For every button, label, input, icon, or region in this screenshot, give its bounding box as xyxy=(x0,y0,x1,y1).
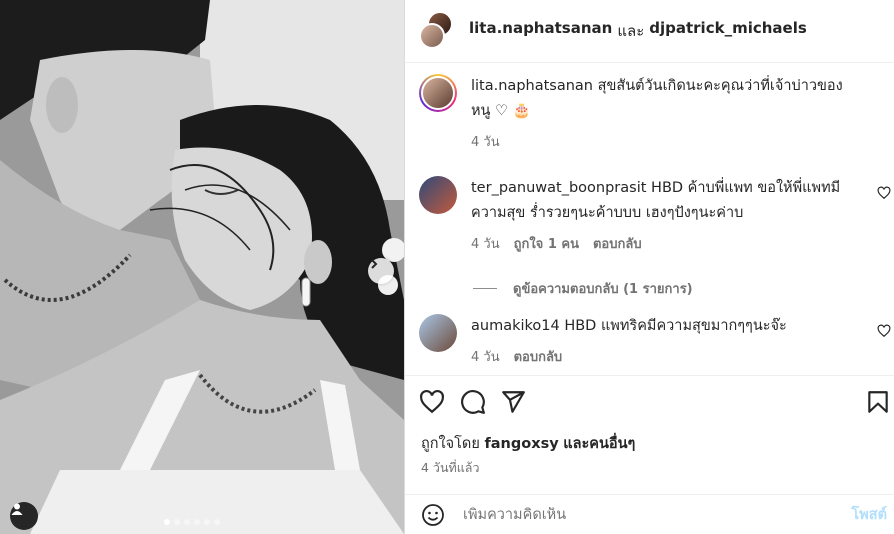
person-icon xyxy=(11,503,23,515)
likes-suffix[interactable]: และคนอื่นๆ xyxy=(563,436,635,452)
heart-icon[interactable] xyxy=(419,389,445,415)
post-photo[interactable] xyxy=(0,0,404,534)
reply-button[interactable]: ตอบกลับ xyxy=(593,232,642,257)
comment-time[interactable]: 4 วัน xyxy=(471,345,500,370)
avatar[interactable] xyxy=(419,176,457,214)
carousel-dot xyxy=(194,519,200,525)
comment-likes[interactable]: ถูกใจ 1 คน xyxy=(514,232,579,257)
comment-meta: 4 วัน xyxy=(471,130,851,155)
post-comment-button[interactable]: โพสต์ xyxy=(851,503,887,526)
carousel-indicator xyxy=(164,519,220,525)
comment-time[interactable]: 4 วัน xyxy=(471,232,500,257)
comment-username[interactable]: lita.naphatsanan xyxy=(471,78,593,94)
post-authors: lita.naphatsanan และ djpatrick_michaels xyxy=(469,19,807,43)
comment: ter_panuwat_boonprasit HBD ค้าบพี่แพท ขอ… xyxy=(419,176,891,257)
emoji-icon[interactable] xyxy=(421,503,445,527)
author-username[interactable]: djpatrick_michaels xyxy=(649,19,807,43)
liked-by-user[interactable]: fangoxsy xyxy=(484,436,558,452)
chevron-right-icon xyxy=(371,259,378,269)
carousel-dot xyxy=(184,519,190,525)
divider xyxy=(473,288,497,289)
avatar[interactable] xyxy=(419,74,457,112)
carousel-dot xyxy=(164,519,170,525)
comment-input[interactable] xyxy=(463,506,852,523)
author-username[interactable]: lita.naphatsanan xyxy=(469,19,612,43)
comment-icon[interactable] xyxy=(460,389,486,415)
avatar xyxy=(419,23,445,49)
carousel-dot xyxy=(214,519,220,525)
likes-prefix: ถูกใจโดย xyxy=(421,436,480,452)
post-header: lita.naphatsanan และ djpatrick_michaels xyxy=(405,0,894,63)
view-replies-label: ดูข้อความตอบกลับ (1 รายการ) xyxy=(513,282,693,297)
comment-text: HBD แพทริคมีความสุขมากๆๆนะจ๊ะ xyxy=(564,318,787,334)
caption: lita.naphatsanan สุขสันต์วันเกิดนะคะคุณว… xyxy=(419,74,891,155)
author-avatars[interactable] xyxy=(419,11,459,51)
comment-username[interactable]: aumakiko14 xyxy=(471,318,560,334)
add-comment-bar: โพสต์ xyxy=(405,494,894,534)
heart-icon[interactable] xyxy=(877,324,891,338)
post-side-panel: lita.naphatsanan และ djpatrick_michaels … xyxy=(404,0,894,534)
reply-button[interactable]: ตอบกลับ xyxy=(514,345,563,370)
comments-list[interactable]: lita.naphatsanan สุขสันต์วันเกิดนะคะคุณว… xyxy=(405,64,894,374)
comment-time[interactable]: 4 วัน xyxy=(471,130,500,155)
comment-username[interactable]: ter_panuwat_boonprasit xyxy=(471,180,646,196)
post-date[interactable]: 4 วันที่แล้ว xyxy=(421,458,479,478)
comment-meta: 4 วัน ถูกใจ 1 คน ตอบกลับ xyxy=(471,232,867,257)
comment: aumakiko14 HBD แพทริคมีความสุขมากๆๆนะจ๊ะ… xyxy=(419,314,891,370)
photo-illustration xyxy=(0,0,404,534)
view-replies-button[interactable]: ดูข้อความตอบกลับ (1 รายการ) xyxy=(473,278,693,299)
heart-icon[interactable] xyxy=(877,186,891,200)
comment-meta: 4 วัน ตอบกลับ xyxy=(471,345,867,370)
likes-summary[interactable]: ถูกใจโดย fangoxsy และคนอื่นๆ xyxy=(421,432,635,455)
next-photo-button[interactable] xyxy=(368,258,394,284)
avatar[interactable] xyxy=(419,314,457,352)
post-actions xyxy=(405,375,894,425)
author-joiner: และ xyxy=(617,22,645,40)
tagged-people-button[interactable] xyxy=(10,502,38,530)
bookmark-icon[interactable] xyxy=(865,389,891,415)
carousel-dot xyxy=(174,519,180,525)
share-icon[interactable] xyxy=(500,389,526,415)
carousel-dot xyxy=(204,519,210,525)
